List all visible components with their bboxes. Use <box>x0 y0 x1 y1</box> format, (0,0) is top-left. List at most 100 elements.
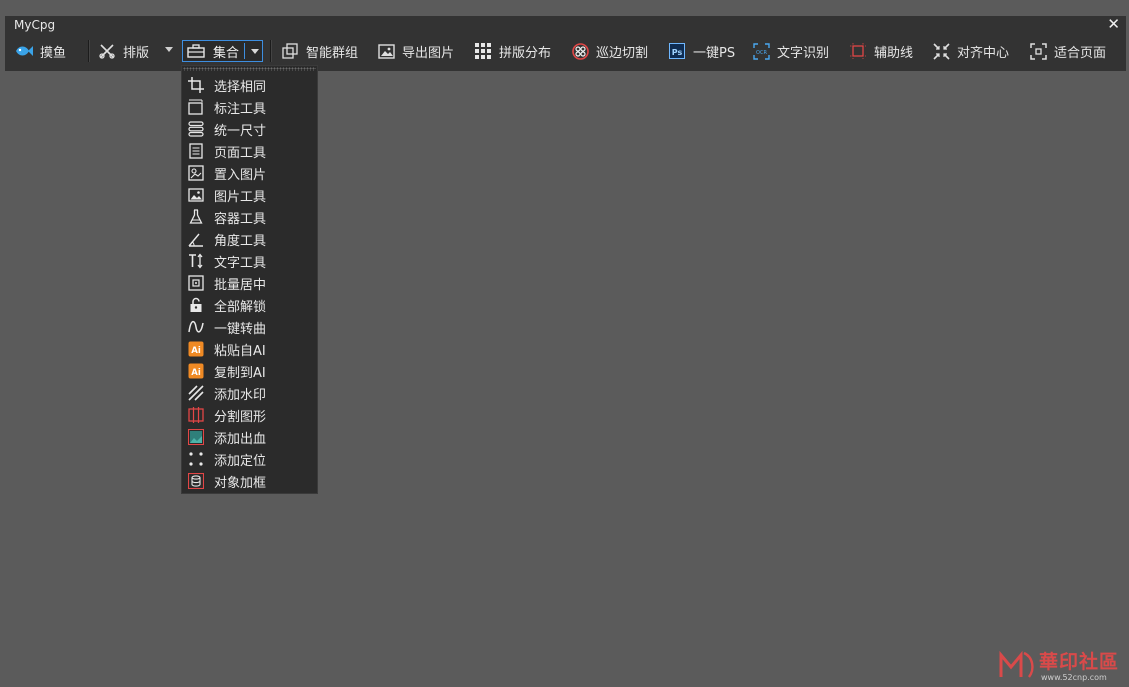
flask-icon <box>187 208 205 226</box>
split-shape-icon <box>187 406 205 424</box>
toolbar-item-one-click-ps[interactable]: Ps 一键PS <box>668 37 735 65</box>
menu-item-label: 粘贴自AI <box>214 343 266 359</box>
toolbar-label: 排版 <box>123 45 150 61</box>
toolbar: 摸鱼 排版 集合 智能群组 导出图片 拼版分布 巡边切割 Ps 一键PS OCR… <box>5 37 1126 65</box>
toolbar-separator <box>88 40 90 62</box>
toolbar-label: 集合 <box>213 45 240 61</box>
site-watermark: 華印社區 www.52cnp.com <box>997 645 1125 685</box>
fit-page-icon <box>1029 42 1047 60</box>
toolbox-icon <box>187 43 205 59</box>
dimension-icon <box>187 98 205 116</box>
grid-icon <box>474 42 492 60</box>
toolbar-label: 拼版分布 <box>499 45 552 61</box>
menu-item-label: 页面工具 <box>214 145 267 161</box>
menu-item-image-tool[interactable]: 图片工具 <box>182 184 317 206</box>
toolbar-item-guidelines[interactable]: 辅助线 <box>849 37 913 65</box>
toolbar-item-smart-group[interactable]: 智能群组 <box>281 37 358 65</box>
menu-item-label: 分割图形 <box>214 409 267 425</box>
menu-item-label: 图片工具 <box>214 189 267 205</box>
menu-item-frame-object[interactable]: 对象加框 <box>182 470 317 492</box>
layout-dropdown-arrow[interactable] <box>165 47 173 52</box>
watermark-logo-icon <box>999 650 1034 678</box>
menu-item-place-image[interactable]: 置入图片 <box>182 162 317 184</box>
menu-item-batch-center[interactable]: 批量居中 <box>182 272 317 294</box>
svg-text:Ai: Ai <box>191 346 201 356</box>
svg-text:Ps: Ps <box>672 48 683 57</box>
toolbar-label: 适合页面 <box>1054 45 1107 61</box>
collection-dropdown-menu: 选择相同 标注工具 统一尺寸 页面工具 置入图片 图片工具 容器工具 角度工具 … <box>181 65 318 494</box>
close-button[interactable]: ✕ <box>1107 15 1120 33</box>
group-icon <box>281 42 299 60</box>
menu-item-page-tool[interactable]: 页面工具 <box>182 140 317 162</box>
align-center-icon <box>932 42 950 60</box>
menu-item-uniform-size[interactable]: 统一尺寸 <box>182 118 317 140</box>
plugin-panel: MyCpg ✕ 摸鱼 排版 集合 智能群组 导出图片 拼版分布 巡边切割 Ps … <box>5 15 1126 71</box>
toolbar-item-align-center[interactable]: 对齐中心 <box>932 37 1009 65</box>
cut-icon <box>571 42 589 60</box>
toolbar-item-imposition[interactable]: 拼版分布 <box>474 37 551 65</box>
menu-item-angle-tool[interactable]: 角度工具 <box>182 228 317 250</box>
unlock-icon <box>187 296 205 314</box>
menu-item-paste-from-ai[interactable]: Ai 粘贴自AI <box>182 338 317 360</box>
menu-item-add-watermark[interactable]: 添加水印 <box>182 382 317 404</box>
menu-item-copy-to-ai[interactable]: Ai 复制到AI <box>182 360 317 382</box>
menu-item-label: 添加定位 <box>214 453 267 469</box>
toolbar-label: 摸鱼 <box>40 45 67 61</box>
menu-item-text-tool[interactable]: 文字工具 <box>182 250 317 272</box>
scissors-icon <box>98 42 116 60</box>
toolbar-label: 导出图片 <box>402 45 455 61</box>
menu-item-label: 对象加框 <box>214 475 267 491</box>
toolbar-item-edge-cut[interactable]: 巡边切割 <box>571 37 648 65</box>
window-title: MyCpg <box>14 18 56 32</box>
menu-item-label: 容器工具 <box>214 211 267 227</box>
menu-item-select-same[interactable]: 选择相同 <box>182 74 317 96</box>
toolbar-label: 辅助线 <box>874 45 914 61</box>
menu-item-unlock-all[interactable]: 全部解锁 <box>182 294 317 316</box>
page-icon <box>187 142 205 160</box>
watermark-icon <box>187 384 205 402</box>
menu-item-label: 统一尺寸 <box>214 123 267 139</box>
toolbar-label: 对齐中心 <box>957 45 1010 61</box>
place-image-icon <box>187 164 205 182</box>
chevron-down-icon[interactable] <box>251 49 259 54</box>
photoshop-icon: Ps <box>668 42 686 60</box>
menu-item-label: 复制到AI <box>214 365 266 381</box>
fish-icon <box>15 42 33 60</box>
menu-item-add-positioning[interactable]: 添加定位 <box>182 448 317 470</box>
menu-item-label: 角度工具 <box>214 233 267 249</box>
batch-center-icon <box>187 274 205 292</box>
watermark-text: 華印社區 <box>1039 651 1120 673</box>
menu-item-label: 全部解锁 <box>214 299 267 315</box>
toolbar-item-ocr[interactable]: OCR 文字识别 <box>752 37 829 65</box>
menu-grip[interactable] <box>183 67 316 71</box>
toolbar-item-layout[interactable]: 排版 <box>98 37 149 65</box>
menu-item-convert-to-curves[interactable]: 一键转曲 <box>182 316 317 338</box>
uniform-size-icon <box>187 120 205 138</box>
menu-item-label: 一键转曲 <box>214 321 267 337</box>
toolbar-item-fish[interactable]: 摸鱼 <box>15 37 66 65</box>
menu-item-split-shape[interactable]: 分割图形 <box>182 404 317 426</box>
menu-item-label: 批量居中 <box>214 277 267 293</box>
menu-item-dimension-tool[interactable]: 标注工具 <box>182 96 317 118</box>
toolbar-label: 智能群组 <box>306 45 359 61</box>
ai-paste-icon: Ai <box>187 340 205 358</box>
image-icon <box>377 42 395 60</box>
toolbar-item-export-image[interactable]: 导出图片 <box>377 37 454 65</box>
frame-object-icon <box>187 472 205 490</box>
menu-item-label: 标注工具 <box>214 101 267 117</box>
toolbar-item-collection[interactable]: 集合 <box>182 40 263 62</box>
menu-item-label: 添加水印 <box>214 387 267 403</box>
select-same-icon <box>187 76 205 94</box>
text-tool-icon <box>187 252 205 270</box>
toolbar-item-fit-page[interactable]: 适合页面 <box>1029 37 1106 65</box>
toolbar-label: 一键PS <box>693 45 736 61</box>
picture-icon <box>187 186 205 204</box>
split-divider <box>244 43 245 59</box>
svg-text:OCR: OCR <box>756 50 767 56</box>
menu-item-add-bleed[interactable]: 添加出血 <box>182 426 317 448</box>
menu-item-container-tool[interactable]: 容器工具 <box>182 206 317 228</box>
svg-text:Ai: Ai <box>191 368 201 378</box>
toolbar-label: 巡边切割 <box>596 45 649 61</box>
menu-item-label: 添加出血 <box>214 431 267 447</box>
guideline-icon <box>849 42 867 60</box>
